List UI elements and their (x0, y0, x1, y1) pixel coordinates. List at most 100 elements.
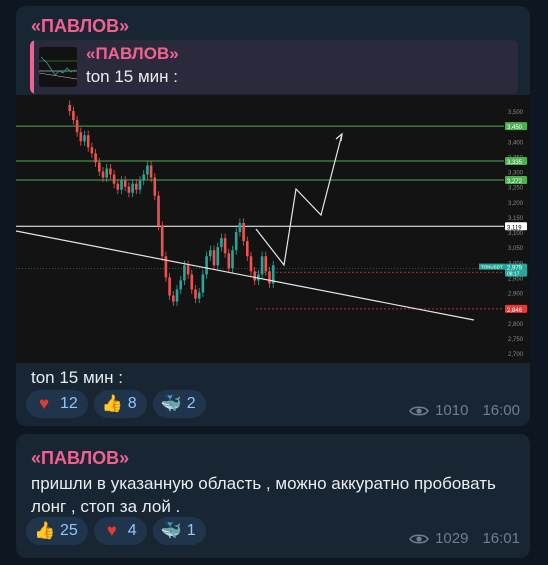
countdown-label: 08:17 (507, 272, 520, 278)
eye-icon (409, 405, 430, 416)
thumbs-up-icon: 👍 (34, 521, 56, 540)
whale-icon: 🐳 (160, 394, 182, 413)
reaction-count: 12 (60, 395, 78, 412)
candle (216, 247, 219, 266)
candle (197, 292, 201, 299)
reaction-thumbs-up[interactable]: 👍 25 (26, 517, 88, 545)
heart-icon: ♥ (38, 394, 50, 413)
price-tick-label: 3,500 (508, 110, 524, 116)
candle (268, 271, 271, 284)
message-meta: 1010 16:00 (409, 402, 520, 419)
reaction-count: 1 (186, 522, 196, 539)
price-chart: 3,5003,4503,4003,3503,3003,2503,2003,150… (16, 100, 527, 358)
candle (131, 183, 134, 193)
level-label: 3,119 (507, 225, 522, 231)
message-bubble[interactable]: «ПАВЛОВ» «ПАВЛОВ» ton 15 мин : 3,500 3,45… (16, 6, 530, 426)
candle (205, 256, 208, 275)
candle (105, 168, 108, 178)
candle (227, 253, 231, 269)
price-tick-label: 3,050 (508, 246, 524, 252)
thumbs-up-icon: 👍 (101, 394, 123, 413)
candle (153, 177, 157, 196)
candle (201, 274, 205, 293)
candle (86, 135, 90, 148)
price-tick-label: 2,800 (508, 322, 524, 328)
price-tick-label: 2,700 (508, 352, 524, 358)
candle (90, 147, 94, 154)
price-tick-label: 2,750 (508, 337, 524, 343)
candle (98, 162, 101, 172)
level-label: 3,335 (507, 160, 523, 166)
candle (112, 174, 116, 184)
candle (72, 111, 75, 121)
level-label: 3,272 (507, 179, 523, 185)
candle (264, 256, 268, 272)
reactions-bar: 👍 25 ♥ 4 🐳 1 (26, 517, 206, 545)
candle (194, 289, 197, 299)
candle (135, 183, 138, 190)
projection-arrowhead (335, 132, 343, 142)
candle (146, 165, 149, 175)
reply-preview[interactable]: «ПАВЛОВ» ton 15 мин : (30, 40, 518, 94)
candle (101, 171, 105, 178)
reply-thumbnail (39, 47, 77, 87)
reaction-count: 4 (127, 522, 137, 539)
chart-image[interactable]: 3,5003,4503,4003,3503,3003,2503,2003,150… (16, 95, 530, 363)
reply-sender: «ПАВЛОВ» (86, 44, 179, 63)
level-label: 2,846 (507, 308, 523, 314)
candle (109, 168, 112, 175)
eye-icon (409, 533, 430, 544)
heart-icon: ♥ (106, 521, 117, 540)
candle (212, 250, 216, 266)
price-tick-label: 2,900 (508, 292, 524, 298)
candle (186, 265, 190, 275)
candle (116, 183, 120, 190)
candle (234, 232, 238, 251)
candle (160, 225, 164, 257)
reaction-count: 8 (127, 395, 137, 412)
level-label: 3,450 (507, 125, 523, 131)
message-time: 16:00 (482, 402, 520, 419)
message-meta: 1029 16:01 (409, 530, 520, 547)
candle (157, 195, 160, 226)
candle (231, 250, 234, 269)
reply-accent-bar (30, 40, 34, 94)
price-tick-label: 3,150 (508, 216, 524, 222)
view-count: 1029 (435, 530, 469, 547)
price-tick-label: 3,400 (508, 140, 524, 146)
candle (209, 250, 212, 257)
candle (260, 256, 264, 275)
message-text: пришли в указанную область , можно аккур… (31, 474, 496, 516)
candle (183, 265, 186, 281)
candle (220, 238, 223, 248)
message-bubble[interactable]: «ПАВЛОВ» пришли в указанную область , мо… (16, 434, 530, 558)
reaction-thumbs-up[interactable]: 👍 8 (93, 390, 147, 418)
candle (246, 241, 249, 257)
view-count: 1010 (435, 402, 469, 419)
reply-text: ton 15 мин : (86, 67, 179, 86)
candle (253, 271, 256, 281)
candle (68, 105, 71, 112)
price-tick-label: 3,100 (508, 231, 524, 237)
reaction-whale[interactable]: 🐳 1 (152, 517, 206, 545)
sender-name[interactable]: «ПАВЛОВ» (31, 16, 129, 37)
projection-path (255, 133, 343, 267)
candle (238, 222, 242, 233)
symbol-label: TONUSDT (481, 265, 503, 270)
sender-name[interactable]: «ПАВЛОВ» (31, 448, 129, 469)
reaction-heart[interactable]: ♥ 4 (93, 517, 147, 545)
candle (123, 180, 127, 187)
candle (83, 135, 86, 142)
whale-icon: 🐳 (160, 521, 182, 540)
reaction-whale[interactable]: 🐳 2 (152, 390, 206, 418)
candle (142, 174, 145, 181)
candle (175, 289, 179, 302)
candle (94, 153, 97, 163)
candle (249, 256, 253, 272)
price-tick-label: 3,250 (508, 186, 524, 192)
candle (75, 120, 79, 133)
candle (168, 277, 171, 296)
candle (190, 274, 194, 290)
candle (79, 132, 83, 142)
reaction-heart[interactable]: ♥ 12 (26, 390, 88, 418)
